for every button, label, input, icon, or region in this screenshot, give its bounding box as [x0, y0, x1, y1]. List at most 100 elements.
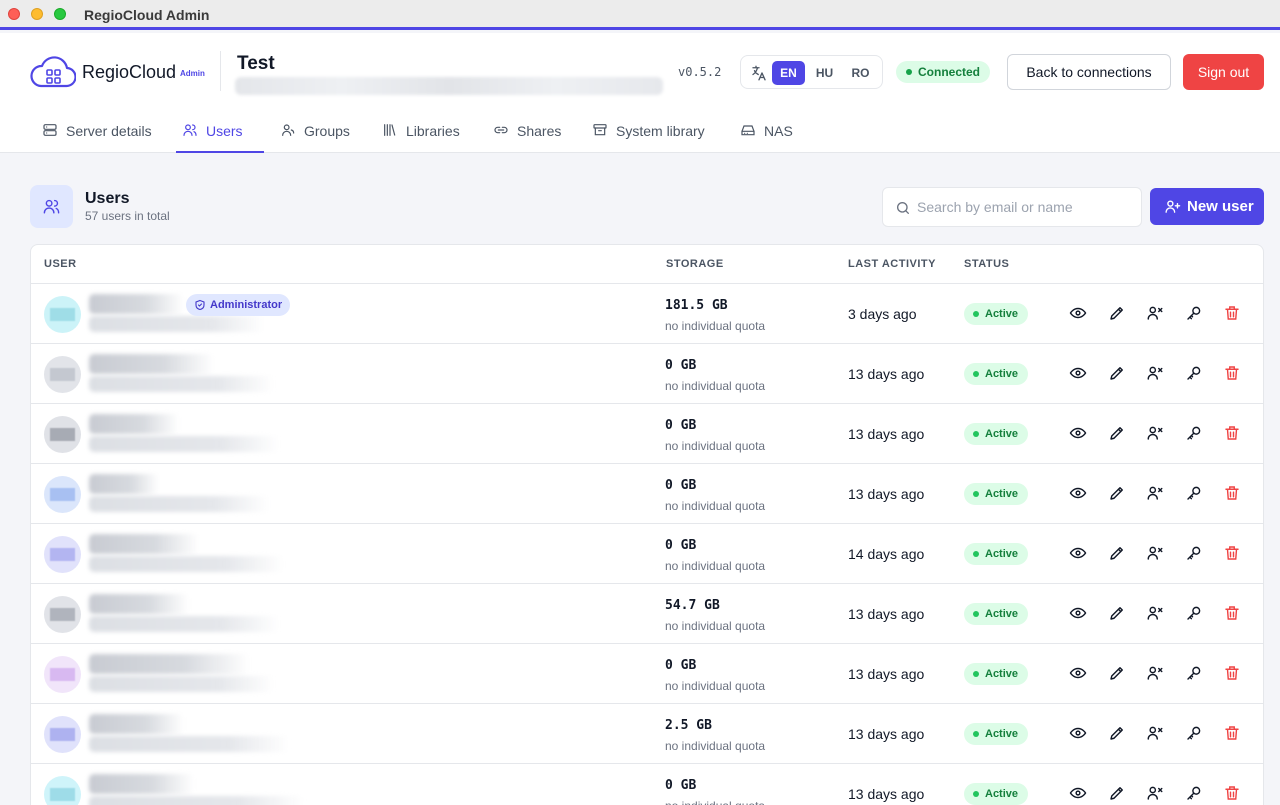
maximize-window-button[interactable] — [54, 8, 66, 20]
delete-user-button[interactable] — [1223, 664, 1243, 684]
delete-user-button[interactable] — [1223, 544, 1243, 564]
deactivate-user-button[interactable] — [1146, 304, 1166, 324]
status-dot-icon — [973, 491, 979, 497]
trash-icon — [1223, 726, 1241, 746]
users-icon — [183, 124, 197, 136]
quota-text: no individual quota — [665, 799, 765, 805]
deactivate-user-button[interactable] — [1146, 424, 1166, 444]
reset-password-button[interactable] — [1185, 424, 1205, 444]
column-header-last-activity: LAST ACTIVITY — [848, 258, 936, 270]
trash-icon — [1223, 786, 1241, 805]
tab-server-details[interactable]: Server details — [36, 117, 168, 153]
delete-user-button[interactable] — [1223, 424, 1243, 444]
minimize-window-button[interactable] — [31, 8, 43, 20]
tab-libraries[interactable]: Libraries — [376, 117, 476, 153]
view-user-button[interactable] — [1069, 484, 1089, 504]
eye-icon — [1069, 427, 1087, 446]
last-activity: 3 days ago — [848, 306, 917, 322]
language-hu-button[interactable]: HU — [808, 61, 841, 85]
table-row: 0 GB no individual quota 13 days ago Act… — [31, 644, 1263, 704]
view-user-button[interactable] — [1069, 664, 1089, 684]
user-email-redacted — [89, 436, 279, 452]
last-activity: 13 days ago — [848, 486, 925, 502]
tab-users[interactable]: Users — [176, 117, 264, 153]
pencil-icon — [1108, 727, 1126, 746]
deactivate-user-button[interactable] — [1146, 784, 1166, 804]
reset-password-button[interactable] — [1185, 484, 1205, 504]
delete-user-button[interactable] — [1223, 484, 1243, 504]
view-user-button[interactable] — [1069, 544, 1089, 564]
edit-user-button[interactable] — [1108, 424, 1128, 444]
tab-label: Server details — [66, 123, 152, 139]
delete-user-button[interactable] — [1223, 784, 1243, 804]
trash-icon — [1223, 666, 1241, 686]
version-label: v0.5.2 — [678, 65, 722, 79]
user-x-icon — [1146, 726, 1164, 746]
new-user-button[interactable]: New user — [1150, 188, 1264, 225]
sign-out-button[interactable]: Sign out — [1183, 54, 1264, 90]
delete-user-button[interactable] — [1223, 724, 1243, 744]
tab-nas[interactable]: NAS — [734, 117, 804, 153]
quota-text: no individual quota — [665, 739, 766, 753]
eye-icon — [1069, 367, 1087, 386]
view-user-button[interactable] — [1069, 604, 1089, 624]
table-row: 2.5 GB no individual quota 13 days ago A… — [31, 704, 1263, 764]
delete-user-button[interactable] — [1223, 604, 1243, 624]
delete-user-button[interactable] — [1223, 304, 1243, 324]
edit-user-button[interactable] — [1108, 364, 1128, 384]
tab-groups[interactable]: Groups — [274, 117, 364, 153]
user-email-redacted — [89, 316, 264, 332]
reset-password-button[interactable] — [1185, 364, 1205, 384]
edit-user-button[interactable] — [1108, 724, 1128, 744]
view-user-button[interactable] — [1069, 424, 1089, 444]
deactivate-user-button[interactable] — [1146, 724, 1166, 744]
avatar-initials-redacted — [50, 788, 75, 801]
brand-subtitle: Admin — [180, 69, 205, 78]
deactivate-user-button[interactable] — [1146, 364, 1166, 384]
shield-icon — [195, 299, 205, 311]
back-to-connections-button[interactable]: Back to connections — [1007, 54, 1171, 90]
storage-value: 0 GB — [665, 418, 697, 433]
view-user-button[interactable] — [1069, 784, 1089, 804]
reset-password-button[interactable] — [1185, 304, 1205, 324]
language-switcher: EN HU RO — [740, 55, 883, 89]
edit-user-button[interactable] — [1108, 664, 1128, 684]
edit-user-button[interactable] — [1108, 784, 1128, 804]
quota-text: no individual quota — [665, 679, 766, 693]
view-user-button[interactable] — [1069, 724, 1089, 744]
tab-shares[interactable]: Shares — [487, 117, 577, 153]
user-name-redacted — [89, 534, 199, 554]
key-icon — [1185, 726, 1203, 746]
reset-password-button[interactable] — [1185, 604, 1205, 624]
status-text: Active — [985, 608, 1019, 620]
connection-status-badge: Connected — [896, 61, 991, 83]
reset-password-button[interactable] — [1185, 724, 1205, 744]
user-search-input[interactable] — [917, 197, 1132, 217]
storage-value: 0 GB — [665, 478, 697, 493]
deactivate-user-button[interactable] — [1146, 604, 1166, 624]
deactivate-user-button[interactable] — [1146, 664, 1166, 684]
libraries-icon — [384, 124, 396, 136]
edit-user-button[interactable] — [1108, 604, 1128, 624]
close-window-button[interactable] — [8, 8, 20, 20]
tab-system-library[interactable]: System library — [586, 117, 726, 153]
deactivate-user-button[interactable] — [1146, 544, 1166, 564]
delete-user-button[interactable] — [1223, 364, 1243, 384]
storage-value: 2.5 GB — [665, 718, 712, 733]
edit-user-button[interactable] — [1108, 304, 1128, 324]
brand-name: RegioCloud — [82, 62, 177, 82]
pencil-icon — [1108, 667, 1126, 686]
reset-password-button[interactable] — [1185, 544, 1205, 564]
view-user-button[interactable] — [1069, 364, 1089, 384]
status-badge: Active — [964, 783, 1028, 805]
reset-password-button[interactable] — [1185, 784, 1205, 804]
reset-password-button[interactable] — [1185, 664, 1205, 684]
quota-text: no individual quota — [665, 559, 766, 573]
deactivate-user-button[interactable] — [1146, 484, 1166, 504]
avatar-initials-redacted — [50, 668, 75, 681]
edit-user-button[interactable] — [1108, 544, 1128, 564]
view-user-button[interactable] — [1069, 304, 1089, 324]
edit-user-button[interactable] — [1108, 484, 1128, 504]
language-en-button[interactable]: EN — [772, 61, 805, 85]
language-ro-button[interactable]: RO — [844, 61, 877, 85]
